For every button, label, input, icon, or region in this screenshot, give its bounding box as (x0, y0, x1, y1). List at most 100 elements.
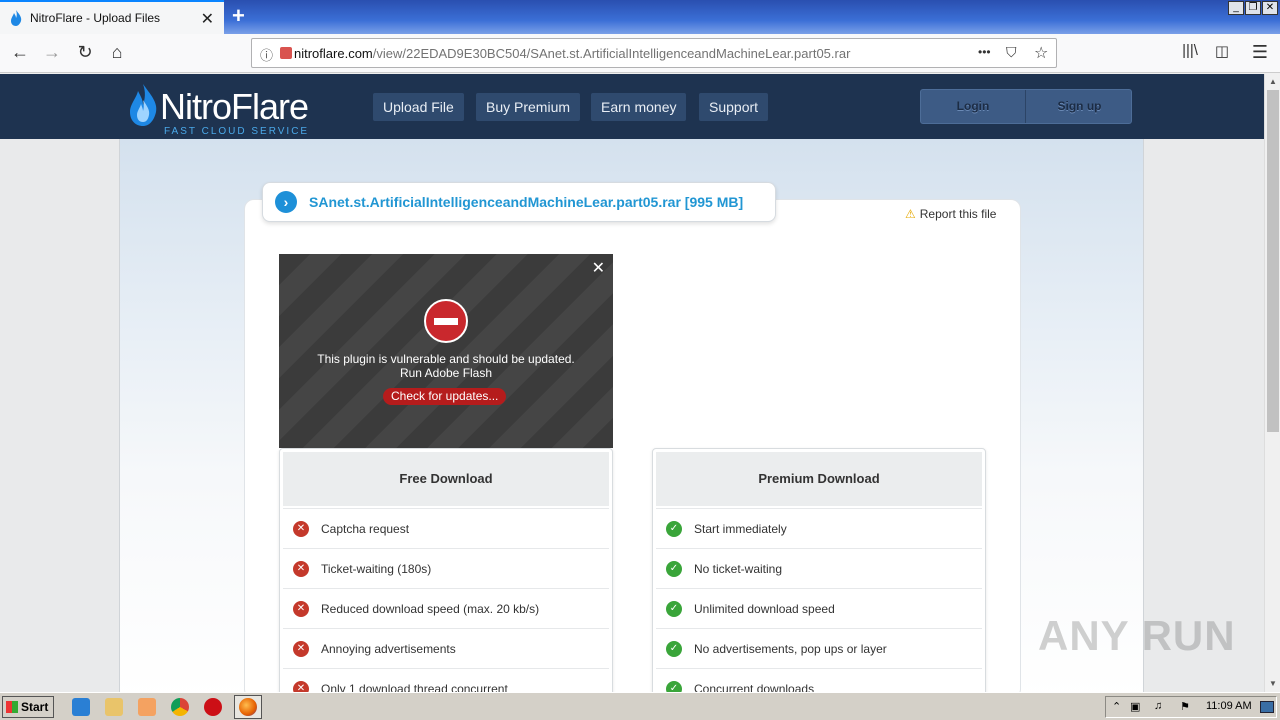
logo-name: NitroFlare (160, 86, 309, 127)
check-icon: ✓ (666, 520, 682, 537)
windows-logo-icon (6, 701, 18, 713)
media-player-icon[interactable] (138, 698, 156, 716)
reload-icon[interactable]: ↻ (73, 42, 97, 63)
check-icon: ✓ (666, 640, 682, 657)
report-file-link[interactable]: ⚠ Report this file (905, 207, 996, 221)
url-bar[interactable]: ⓘ nitroflare.com/view/22EDAD9E30BC504/SA… (251, 38, 1057, 68)
premium-download-panel: Premium Download ✓ Start immediately ✓ No … (652, 448, 986, 692)
premium-item-label: Concurrent downloads (694, 681, 815, 693)
flash-message: This plugin is vulnerable and should be … (279, 352, 613, 380)
blocked-icon (424, 299, 468, 343)
list-item: ✕ Ticket-waiting (180s) (283, 548, 609, 588)
forward-arrow-icon[interactable]: → (40, 42, 64, 63)
browser-toolbar: ← → ↻ ⌂ ⓘ nitroflare.com/view/22EDAD9E30… (0, 34, 1280, 73)
flash-message-line2: Run Adobe Flash (399, 366, 493, 380)
list-item: ✕ Captcha request (283, 508, 609, 548)
free-item-label: Only 1 download thread concurrent (321, 681, 508, 693)
volume-icon[interactable]: ♫ (1154, 700, 1162, 712)
premium-item-label: No ticket-waiting (694, 561, 783, 576)
start-button[interactable]: Start (2, 696, 54, 718)
check-icon: ✓ (666, 560, 682, 577)
sidebar-icon[interactable]: ◫ (1210, 42, 1234, 60)
clock: 11:09 AM (1206, 700, 1252, 712)
page-scrollbar[interactable]: ▲ ▼ (1264, 74, 1280, 692)
flash-plugin-block[interactable]: ✕ This plugin is vulnerable and should b… (279, 254, 613, 448)
pocket-icon[interactable]: ⛉ (1006, 44, 1017, 61)
nav-support[interactable]: Support (699, 93, 769, 121)
scroll-up-icon[interactable]: ▲ (1265, 74, 1280, 90)
flag-icon[interactable]: ⚑ (1180, 700, 1190, 713)
free-download-title[interactable]: Free Download (283, 452, 609, 506)
page-content: › SAnet.st.ArtificialIntelligenceandMach… (0, 139, 1264, 692)
tray-expand-icon[interactable]: ⌃ (1112, 700, 1121, 713)
minimize-button[interactable]: _ (1228, 1, 1244, 15)
list-item: ✕ Only 1 download thread concurrent (283, 668, 609, 692)
show-desktop-icon[interactable] (1260, 701, 1274, 713)
maximize-button[interactable]: ❐ (1245, 1, 1261, 15)
login-button[interactable]: Login (921, 90, 1026, 123)
signup-button[interactable]: Sign up (1027, 90, 1132, 123)
nav-upload-file[interactable]: Upload File (373, 93, 464, 121)
warning-icon: ⚠ (905, 207, 916, 221)
ie-icon[interactable] (72, 698, 90, 716)
start-label: Start (21, 700, 49, 714)
free-item-label: Captcha request (321, 521, 410, 536)
list-item: ✓ Concurrent downloads (656, 668, 982, 692)
list-item: ✓ No advertisements, pop ups or layer (656, 628, 982, 668)
list-item: ✓ No ticket-waiting (656, 548, 982, 588)
free-item-label: Ticket-waiting (180s) (321, 561, 432, 576)
nav-buy-premium[interactable]: Buy Premium (476, 93, 581, 121)
list-item: ✓ Start immediately (656, 508, 982, 548)
scroll-thumb[interactable] (1267, 90, 1279, 432)
check-updates-button[interactable]: Check for updates... (383, 388, 507, 405)
home-icon[interactable]: ⌂ (105, 42, 129, 63)
report-label: Report this file (919, 207, 997, 221)
site-header: NitroFlare FAST CLOUD SERVICE Upload Fil… (0, 74, 1280, 139)
menu-icon[interactable]: ☰ (1248, 42, 1272, 63)
bookmark-star-icon[interactable]: ☆ (1034, 43, 1048, 63)
network-icon[interactable]: ▣ (1130, 700, 1140, 713)
library-icon[interactable]: |||\ (1178, 42, 1202, 59)
file-name-box: › SAnet.st.ArtificialIntelligenceandMach… (262, 182, 776, 222)
folder-icon[interactable] (105, 698, 123, 716)
free-download-panel: Free Download ✕ Captcha request ✕ Ticket-w… (279, 448, 613, 692)
url-text[interactable]: nitroflare.com/view/22EDAD9E30BC504/SAne… (294, 46, 850, 61)
url-host: nitroflare.com (294, 45, 373, 61)
list-item: ✕ Annoying advertisements (283, 628, 609, 668)
list-item: ✓ Unlimited download speed (656, 588, 982, 628)
chrome-icon[interactable] (171, 698, 189, 716)
opera-icon[interactable] (204, 698, 222, 716)
premium-download-title[interactable]: Premium Download (656, 452, 982, 506)
scroll-down-icon[interactable]: ▼ (1265, 676, 1280, 692)
taskbar: Start ⌃ ▣ ♫ ⚑ 11:09 AM (0, 692, 1280, 720)
nav-earn-money[interactable]: Earn money (591, 93, 687, 121)
page-actions-icon[interactable]: ••• (978, 45, 991, 59)
cross-icon: ✕ (293, 560, 309, 577)
new-tab-button[interactable]: + (232, 3, 245, 29)
auth-box: Login Sign up (920, 89, 1132, 124)
premium-item-label: Start immediately (694, 521, 787, 536)
window-close-button[interactable]: ✕ (1262, 1, 1278, 15)
url-path: /view/22EDAD9E30BC504/SAnet.st.Artificia… (372, 45, 851, 61)
cross-icon: ✕ (293, 640, 309, 657)
free-item-label: Reduced download speed (max. 20 kb/s) (321, 601, 540, 616)
tab-nitroflare[interactable]: NitroFlare - Upload Files ✕ (0, 0, 224, 34)
list-item: ✕ Reduced download speed (max. 20 kb/s) (283, 588, 609, 628)
check-icon: ✓ (666, 600, 682, 617)
nitroflare-logo[interactable]: NitroFlare FAST CLOUD SERVICE (128, 80, 338, 137)
info-icon[interactable]: ⓘ (260, 45, 273, 64)
flash-close-icon[interactable]: ✕ (592, 258, 605, 278)
browser-tab-strip: NitroFlare - Upload Files ✕ + _ ❐ ✕ (0, 0, 1280, 34)
system-tray: ⌃ ▣ ♫ ⚑ 11:09 AM (1105, 696, 1277, 718)
firefox-task-button[interactable] (234, 695, 262, 719)
firefox-icon (239, 698, 257, 716)
back-arrow-icon[interactable]: ← (8, 42, 32, 63)
cross-icon: ✕ (293, 600, 309, 617)
check-icon: ✓ (666, 680, 682, 692)
free-item-label: Annoying advertisements (321, 641, 456, 656)
tab-close-icon[interactable]: ✕ (201, 9, 214, 29)
file-name: SAnet.st.ArtificialIntelligenceandMachin… (309, 194, 744, 210)
cross-icon: ✕ (293, 520, 309, 537)
flame-icon (11, 10, 22, 26)
permissions-icon[interactable] (280, 47, 292, 59)
